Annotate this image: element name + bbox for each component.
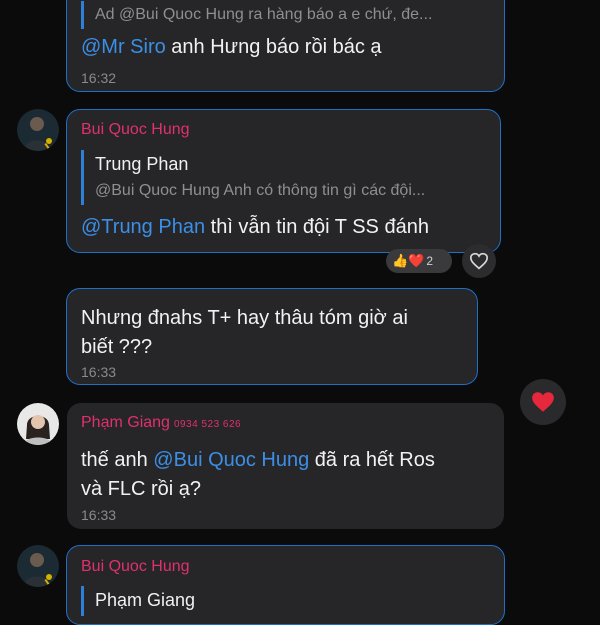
sender-name[interactable]: Bui Quoc Hung	[81, 121, 190, 139]
message-line-2: và FLC rồi ạ?	[81, 478, 202, 500]
avatar-bui-quoc-hung[interactable]	[17, 109, 59, 151]
quote-text: Ad @Bui Quoc Hung ra hàng báo a e chứ, đ…	[95, 6, 433, 23]
quote-author: Phạm Giang	[95, 590, 196, 610]
message-time: 16:32	[81, 70, 117, 86]
mention-link[interactable]: @Bui Quoc Hung	[153, 449, 309, 471]
message-text: @Trung Phan thì vẫn tin đội T SS đánh	[81, 213, 429, 242]
quote-text: @Bui Quoc Hung Anh có thông tin gì các đ…	[95, 182, 426, 199]
quote-author: Trung Phan	[95, 154, 189, 174]
message-time: 16:33	[81, 507, 117, 523]
reply-quote[interactable]: Ad @Bui Quoc Hung ra hàng báo a e chứ, đ…	[81, 1, 495, 29]
sender-name: Phạm Giang 0934 523 626	[81, 414, 241, 432]
reply-quote[interactable]: Trung Phan @Bui Quoc Hung Anh có thông t…	[81, 150, 487, 205]
reaction-count: 2	[426, 254, 434, 268]
sender-name[interactable]: Bui Quoc Hung	[81, 558, 190, 576]
message-line-1: thế anh @Bui Quoc Hung đã ra hết Ros	[81, 446, 435, 475]
message-text: Nhưng đnahs T+ hay thâu tóm giờ ai biết …	[81, 304, 408, 362]
message-text: thế anh @Bui Quoc Hung đã ra hết Ros và …	[81, 446, 435, 504]
message-bubble-3[interactable]: Nhưng đnahs T+ hay thâu tóm giờ ai biết …	[66, 288, 478, 385]
message-bubble-4[interactable]: Phạm Giang 0934 523 626 thế anh @Bui Quoc…	[67, 403, 504, 529]
message-line-2: biết ???	[81, 336, 153, 358]
message-time: 16:33	[81, 364, 117, 380]
reaction-emojis: 👍❤️	[392, 253, 425, 268]
reply-quote[interactable]: Phạm Giang	[81, 586, 487, 616]
heart-outline-icon[interactable]	[462, 244, 496, 278]
sender-name-text[interactable]: Phạm Giang	[81, 414, 170, 431]
message-text-post: đã ra hết Ros	[309, 449, 435, 471]
sender-phone: 0934 523 626	[173, 419, 242, 430]
mention-link[interactable]: @Trung Phan	[81, 216, 205, 238]
message-text-content: anh Hưng báo rồi bác ạ	[165, 36, 382, 58]
avatar-pham-giang[interactable]	[17, 403, 59, 445]
message-text-content: thì vẫn tin đội T SS đánh	[205, 216, 429, 238]
message-bubble-5[interactable]: Bui Quoc Hung Phạm Giang	[66, 545, 505, 625]
message-bubble-2[interactable]: Bui Quoc Hung Trung Phan @Bui Quoc Hung …	[66, 109, 501, 253]
reaction-summary[interactable]: 👍❤️ 2	[386, 249, 452, 273]
message-bubble-1[interactable]: Ad @Bui Quoc Hung ra hàng báo a e chứ, đ…	[66, 0, 505, 92]
message-line-1: Nhưng đnahs T+ hay thâu tóm giờ ai	[81, 307, 408, 329]
heart-reaction-icon[interactable]	[520, 379, 566, 425]
message-text: @Mr Siro anh Hưng báo rồi bác ạ	[81, 33, 382, 62]
mention-link[interactable]: @Mr Siro	[81, 36, 166, 58]
avatar-bui-quoc-hung[interactable]	[17, 545, 59, 587]
message-text-pre: thế anh	[81, 449, 154, 471]
